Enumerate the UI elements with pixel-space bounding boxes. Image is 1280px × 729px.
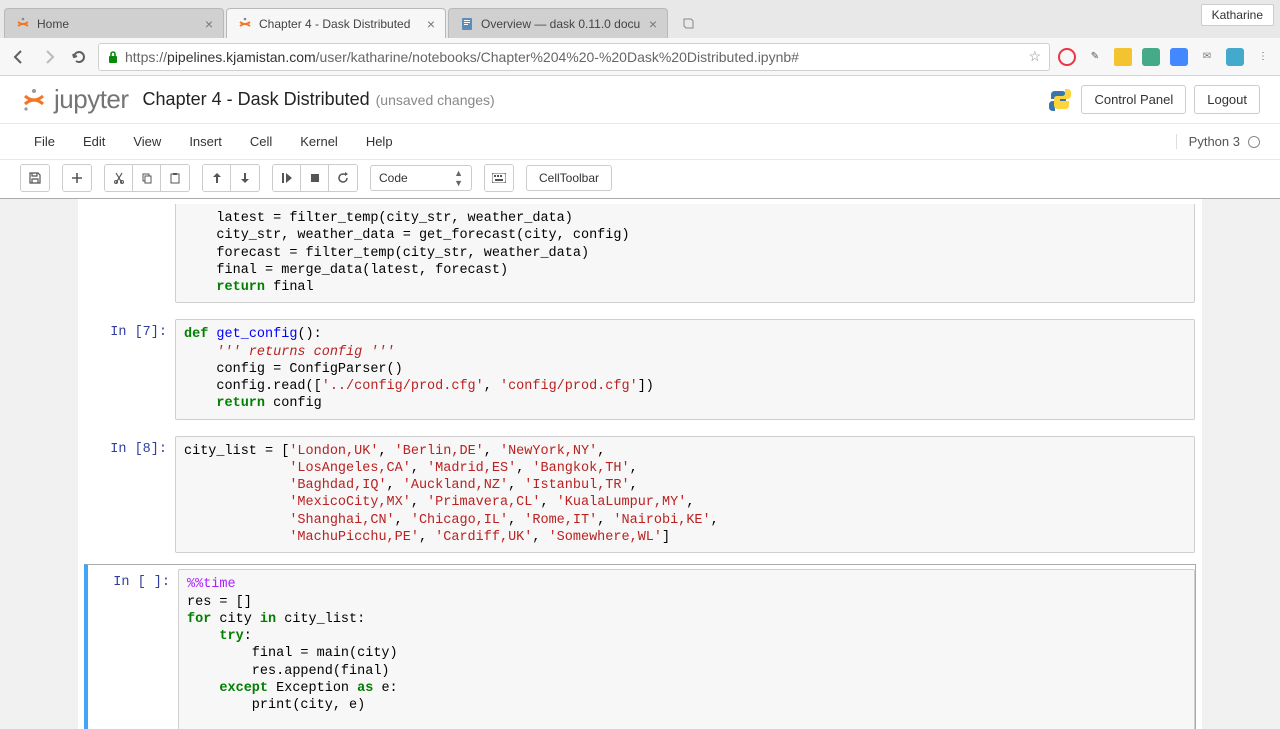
ext4-icon[interactable] [1142,48,1160,66]
kernel-name: Python 3 [1189,134,1240,149]
code-cell[interactable]: In [8]: city_list = ['London,UK', 'Berli… [84,431,1196,559]
tab-title: Overview — dask 0.11.0 docu [481,17,643,31]
close-icon[interactable]: × [649,16,657,32]
back-button[interactable] [8,46,30,68]
docs-favicon-icon [459,16,475,32]
move-down-button[interactable] [231,165,259,191]
extension-icons: ✎ ✉ ⋮ [1058,48,1272,66]
tab-dask-docs[interactable]: Overview — dask 0.11.0 docu × [448,8,668,38]
cell-prompt: In [7]: [85,319,175,419]
move-up-button[interactable] [203,165,231,191]
close-icon[interactable]: × [205,16,213,32]
forward-button[interactable] [38,46,60,68]
kernel-status-icon [1248,136,1260,148]
ext3-icon[interactable] [1114,48,1132,66]
profile-badge[interactable]: Katharine [1201,4,1274,26]
address-bar[interactable]: https://pipelines.kjamistan.com/user/kat… [98,43,1050,71]
jupyter-menubar: File Edit View Insert Cell Kernel Help P… [0,124,1280,160]
notebook-scroll-area[interactable]: latest = filter_temp(city_str, weather_d… [0,199,1280,729]
jupyter-logo-icon [20,86,48,114]
new-tab-button[interactable] [676,14,700,34]
cell-input[interactable]: latest = filter_temp(city_str, weather_d… [175,204,1195,303]
opera-ext-icon[interactable] [1058,48,1076,66]
bookmark-star-icon[interactable]: ☆ [1028,48,1041,65]
tab-title: Chapter 4 - Dask Distributed [259,17,421,31]
jupyter-logo[interactable]: jupyter [20,84,129,115]
copy-button[interactable] [133,165,161,191]
menu-view[interactable]: View [119,128,175,155]
code-cell[interactable]: In [7]: def get_config(): ''' returns co… [84,314,1196,424]
close-icon[interactable]: × [427,16,435,32]
save-button[interactable] [21,165,49,191]
tab-home[interactable]: Home × [4,8,224,38]
ext5-icon[interactable] [1170,48,1188,66]
cell-prompt: In [8]: [85,436,175,554]
stop-button[interactable] [301,165,329,191]
cell-input[interactable]: def get_config(): ''' returns config '''… [175,319,1195,419]
browser-tab-strip: Home × Chapter 4 - Dask Distributed × Ov… [0,0,1280,38]
control-panel-button[interactable]: Control Panel [1081,85,1186,114]
code-cell[interactable]: latest = filter_temp(city_str, weather_d… [84,199,1196,308]
jupyter-favicon-icon [237,16,253,32]
logout-button[interactable]: Logout [1194,85,1260,114]
cell-input[interactable]: %%time res = [] for city in city_list: t… [178,569,1195,729]
reload-button[interactable] [68,46,90,68]
menu-kernel[interactable]: Kernel [286,128,352,155]
ext7-icon[interactable] [1226,48,1244,66]
cell-input[interactable]: city_list = ['London,UK', 'Berlin,DE', '… [175,436,1195,554]
notebook-title[interactable]: Chapter 4 - Dask Distributed [143,89,370,110]
cell-toolbar-button[interactable]: CellToolbar [526,165,612,191]
add-cell-button[interactable] [63,165,91,191]
mail-ext-icon[interactable]: ✉ [1198,48,1216,66]
browser-toolbar: https://pipelines.kjamistan.com/user/kat… [0,38,1280,76]
save-status: (unsaved changes) [376,92,495,108]
tab-title: Home [37,17,199,31]
chrome-menu-icon[interactable]: ⋮ [1254,48,1272,66]
menu-cell[interactable]: Cell [236,128,286,155]
run-button[interactable] [273,165,301,191]
tabs-row: Home × Chapter 4 - Dask Distributed × Ov… [4,0,700,38]
python-logo-icon [1047,87,1073,113]
cell-prompt: In [ ]: [88,569,178,729]
menu-file[interactable]: File [20,128,69,155]
jupyter-logo-text: jupyter [54,84,129,115]
jupyter-favicon-icon [15,16,31,32]
code-cell-selected[interactable]: In [ ]: %%time res = [] for city in city… [84,564,1196,729]
menu-help[interactable]: Help [352,128,407,155]
cut-button[interactable] [105,165,133,191]
cell-prompt [85,204,175,303]
restart-button[interactable] [329,165,357,191]
url-text: https://pipelines.kjamistan.com/user/kat… [125,49,799,65]
lock-icon [107,50,119,64]
evernote-ext-icon[interactable]: ✎ [1086,48,1104,66]
jupyter-header: jupyter Chapter 4 - Dask Distributed (un… [0,76,1280,124]
chevron-updown-icon: ▲▼ [454,168,463,188]
menu-insert[interactable]: Insert [175,128,236,155]
tab-chapter4[interactable]: Chapter 4 - Dask Distributed × [226,8,446,38]
jupyter-toolbar: Code ▲▼ CellToolbar [0,160,1280,199]
paste-button[interactable] [161,165,189,191]
menu-edit[interactable]: Edit [69,128,119,155]
command-palette-button[interactable] [485,165,513,191]
cell-type-select[interactable]: Code ▲▼ [370,165,472,191]
